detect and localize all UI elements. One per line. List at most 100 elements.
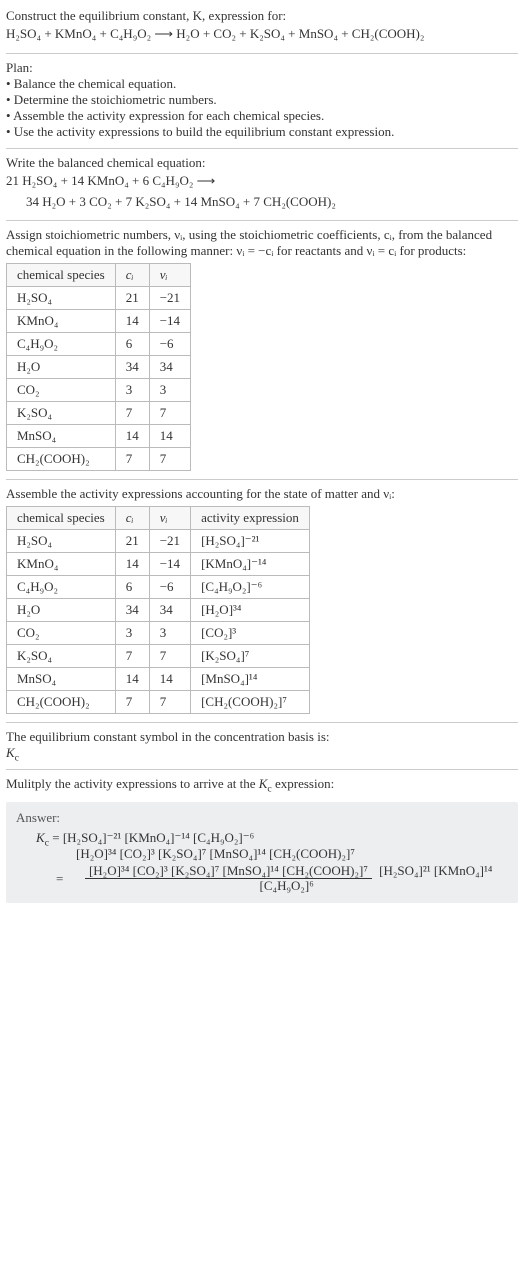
plan-title: Plan: (6, 60, 518, 76)
symbol-text: The equilibrium constant symbol in the c… (6, 729, 518, 745)
stoich-table: chemical species cᵢ νᵢ H₂SO₄21−21 KMnO₄1… (6, 263, 191, 471)
cell: K₂SO₄ (7, 402, 116, 425)
table-header-row: chemical species cᵢ νᵢ activity expressi… (7, 507, 310, 530)
cell: 34 (115, 356, 149, 379)
cell: CO₂ (7, 622, 116, 645)
cell: 14 (115, 553, 149, 576)
activity-table: chemical species cᵢ νᵢ activity expressi… (6, 506, 310, 714)
assemble-text: Assemble the activity expressions accoun… (6, 486, 518, 502)
cell: 6 (115, 576, 149, 599)
cell: [KMnO₄]⁻¹⁴ (191, 553, 310, 576)
cell: 7 (149, 645, 190, 668)
cell: 34 (149, 599, 190, 622)
intro-title: Construct the equilibrium constant, K, e… (6, 8, 518, 24)
cell: 14 (149, 425, 190, 448)
cell: 21 (115, 530, 149, 553)
cell: 14 (115, 310, 149, 333)
cell: −14 (149, 553, 190, 576)
answer-fraction: [H₂O]³⁴ [CO₂]³ [K₂SO₄]⁷ [MnSO₄]¹⁴ [CH₂(C… (71, 864, 506, 893)
cell: MnSO₄ (7, 668, 116, 691)
cell: 7 (149, 402, 190, 425)
cell: H₂SO₄ (7, 530, 116, 553)
divider (6, 148, 518, 149)
cell: MnSO₄ (7, 425, 116, 448)
cell: H₂SO₄ (7, 287, 116, 310)
table-row: MnSO₄1414[MnSO₄]¹⁴ (7, 668, 310, 691)
plan-item: • Determine the stoichiometric numbers. (6, 92, 518, 108)
cell: C₄H₉O₂ (7, 576, 116, 599)
cell: 3 (149, 379, 190, 402)
cell: [CH₂(COOH)₂]⁷ (191, 691, 310, 714)
th-activity: activity expression (191, 507, 310, 530)
table-row: CH₂(COOH)₂77[CH₂(COOH)₂]⁷ (7, 691, 310, 714)
divider (6, 769, 518, 770)
cell: C₄H₉O₂ (7, 333, 116, 356)
table-row: KMnO₄14−14 (7, 310, 191, 333)
cell: [H₂O]³⁴ (191, 599, 310, 622)
assemble-section: Assemble the activity expressions accoun… (6, 482, 518, 720)
symbol-section: The equilibrium constant symbol in the c… (6, 725, 518, 767)
multiply-text: Mulitply the activity expressions to arr… (6, 776, 518, 792)
cell: 7 (115, 402, 149, 425)
table-row: H₂SO₄21−21[H₂SO₄]⁻²¹ (7, 530, 310, 553)
answer-label: Answer: (16, 810, 508, 826)
answer-line3: = [H₂O]³⁴ [CO₂]³ [K₂SO₄]⁷ [MnSO₄]¹⁴ [CH₂… (36, 862, 508, 895)
balanced-title: Write the balanced chemical equation: (6, 155, 518, 171)
cell: 7 (149, 448, 190, 471)
answer-box: Answer: Kc = [H₂SO₄]⁻²¹ [KMnO₄]⁻¹⁴ [C₄H₉… (6, 802, 518, 903)
cell: 14 (115, 425, 149, 448)
cell: [C₄H₉O₂]⁻⁶ (191, 576, 310, 599)
cell: −6 (149, 576, 190, 599)
table-row: CO₂33 (7, 379, 191, 402)
intro-equation: H₂SO₄ + KMnO₄ + C₄H₉O₂ ⟶ H₂O + CO₂ + K₂S… (6, 24, 518, 45)
cell: 34 (115, 599, 149, 622)
table-row: H₂O3434[H₂O]³⁴ (7, 599, 310, 622)
cell: H₂O (7, 356, 116, 379)
cell: [K₂SO₄]⁷ (191, 645, 310, 668)
plan-section: Plan: • Balance the chemical equation. •… (6, 56, 518, 146)
cell: H₂O (7, 599, 116, 622)
divider (6, 53, 518, 54)
cell: 21 (115, 287, 149, 310)
balanced-eq-line1: 21 H₂SO₄ + 14 KMnO₄ + 6 C₄H₉O₂ ⟶ (6, 171, 518, 192)
th-ci: cᵢ (115, 264, 149, 287)
balanced-eq-line2: 34 H₂O + 3 CO₂ + 7 K₂SO₄ + 14 MnSO₄ + 7 … (6, 192, 518, 213)
table-row: KMnO₄14−14[KMnO₄]⁻¹⁴ (7, 553, 310, 576)
cell: 34 (149, 356, 190, 379)
eq-sign: = (56, 871, 63, 887)
intro-section: Construct the equilibrium constant, K, e… (6, 4, 518, 51)
cell: CH₂(COOH)₂ (7, 691, 116, 714)
cell: 7 (115, 691, 149, 714)
table-row: C₄H₉O₂6−6[C₄H₉O₂]⁻⁶ (7, 576, 310, 599)
table-row: H₂O3434 (7, 356, 191, 379)
cell: [CO₂]³ (191, 622, 310, 645)
th-species: chemical species (7, 264, 116, 287)
answer-line2: [H₂O]³⁴ [CO₂]³ [K₂SO₄]⁷ [MnSO₄]¹⁴ [CH₂(C… (36, 846, 508, 862)
cell: 14 (115, 668, 149, 691)
plan-item: • Balance the chemical equation. (6, 76, 518, 92)
th-species: chemical species (7, 507, 116, 530)
eq-arrow: ⟶ (154, 26, 173, 41)
cell: CO₂ (7, 379, 116, 402)
cell: [H₂SO₄]⁻²¹ (191, 530, 310, 553)
cell: KMnO₄ (7, 553, 116, 576)
cell: −6 (149, 333, 190, 356)
answer-line1: Kc = [H₂SO₄]⁻²¹ [KMnO₄]⁻¹⁴ [C₄H₉O₂]⁻⁶ (36, 830, 508, 846)
cell: −21 (149, 530, 190, 553)
divider (6, 722, 518, 723)
eq-left: H₂SO₄ + KMnO₄ + C₄H₉O₂ (6, 26, 151, 41)
divider (6, 479, 518, 480)
intro-text: Construct the equilibrium constant, K, e… (6, 8, 286, 23)
th-vi: νᵢ (149, 264, 190, 287)
cell: 3 (115, 622, 149, 645)
cell: −14 (149, 310, 190, 333)
table-row: C₄H₉O₂6−6 (7, 333, 191, 356)
cell: 3 (115, 379, 149, 402)
th-ci: cᵢ (115, 507, 149, 530)
symbol-kc: Kc (6, 745, 518, 761)
divider (6, 220, 518, 221)
cell: 3 (149, 622, 190, 645)
table-row: MnSO₄1414 (7, 425, 191, 448)
plan-item: • Use the activity expressions to build … (6, 124, 518, 140)
cell: −21 (149, 287, 190, 310)
